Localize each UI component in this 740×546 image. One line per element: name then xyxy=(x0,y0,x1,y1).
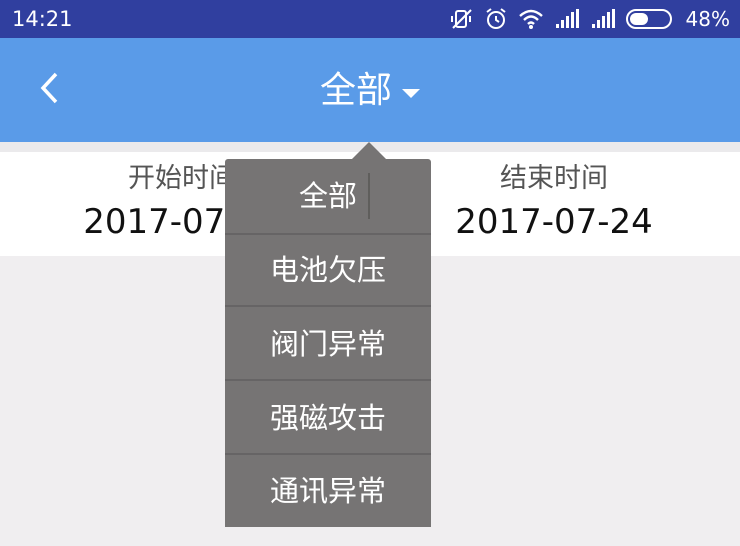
end-date-value[interactable]: 2017-07-24 xyxy=(424,198,684,246)
dropdown-item-valve-abnormal[interactable]: 阀门异常 xyxy=(225,307,431,381)
caret-down-icon xyxy=(402,88,420,98)
end-date-group: 结束时间 2017-07-24 xyxy=(424,160,684,246)
dropdown-item-low-battery[interactable]: 电池欠压 xyxy=(225,235,431,307)
dropdown-item-comm-abnormal[interactable]: 通讯异常 xyxy=(225,455,431,527)
battery-fill xyxy=(629,13,648,25)
end-date-label: 结束时间 xyxy=(500,163,608,194)
dropdown-item-all[interactable]: 全部 xyxy=(225,159,431,233)
page-title: 全部 xyxy=(319,70,392,111)
selected-indicator xyxy=(368,173,370,219)
dropdown-item-label: 强磁攻击 xyxy=(269,401,386,435)
dropdown-item-magnetic-attack[interactable]: 强磁攻击 xyxy=(225,381,431,455)
status-icons: 48% xyxy=(450,7,730,31)
status-time: 14:21 xyxy=(12,7,73,31)
wifi-icon xyxy=(518,8,544,30)
filter-title-dropdown[interactable]: 全部 xyxy=(0,66,740,116)
filter-dropdown-menu: 全部 电池欠压 阀门异常 强磁攻击 通讯异常 xyxy=(225,159,431,527)
dropdown-item-label: 通讯异常 xyxy=(269,474,386,508)
dropdown-item-label: 电池欠压 xyxy=(269,253,386,287)
mute-vibrate-icon xyxy=(450,8,474,30)
alarm-icon xyxy=(484,7,508,31)
battery-percent: 48% xyxy=(685,7,730,31)
app-header: 全部 xyxy=(0,38,740,142)
signal-icon xyxy=(554,9,580,29)
dropdown-pointer xyxy=(352,142,386,159)
signal-icon xyxy=(590,9,616,29)
status-bar: 14:21 48% xyxy=(0,0,740,38)
dropdown-item-label: 全部 xyxy=(299,179,358,213)
dropdown-item-label: 阀门异常 xyxy=(269,327,386,361)
battery-icon xyxy=(625,8,676,30)
